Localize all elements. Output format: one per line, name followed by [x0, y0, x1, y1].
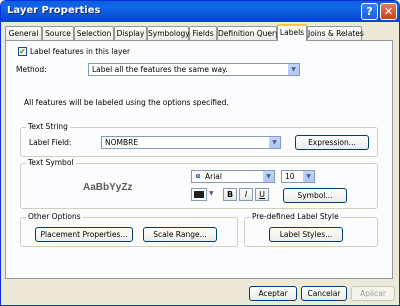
predefined-label-style-title: Pre-defined Label Style [250, 212, 341, 221]
symbol-button[interactable]: Symbol... [283, 188, 347, 203]
chevron-down-icon: ▼ [302, 171, 314, 182]
text-symbol-group: Text Symbol AaBbYyZz ⍺ Arial ▼ 10 ▼ ▼ B … [20, 158, 378, 209]
tab-labels[interactable]: Labels [277, 24, 307, 41]
method-label: Method: [16, 65, 47, 74]
labels-panel: ✔ Label features in this layer Method: L… [5, 40, 393, 279]
close-button[interactable]: ✕ [380, 3, 397, 20]
other-options-title: Other Options [26, 212, 83, 221]
font-size-dropdown[interactable]: 10 ▼ [281, 170, 315, 183]
underline-button[interactable]: U [255, 188, 269, 201]
tab-general[interactable]: General [5, 26, 42, 40]
font-size-value: 10 [285, 172, 295, 181]
tab-joins-relates[interactable]: Joins & Relates [307, 26, 364, 40]
chevron-down-icon: ▼ [287, 64, 299, 75]
font-name-dropdown[interactable]: ⍺ Arial ▼ [191, 170, 275, 183]
cancel-button[interactable]: Cancelar [301, 286, 347, 301]
tab-source[interactable]: Source [42, 26, 74, 40]
italic-button[interactable]: I [239, 188, 253, 201]
tab-display[interactable]: Display [114, 26, 147, 40]
label-field-label: Label Field: [29, 138, 72, 147]
label-features-checkbox[interactable]: ✔ [18, 47, 27, 56]
font-name-value: Arial [205, 172, 222, 181]
text-string-group: Text String Label Field: NOMBRE ▼ Expres… [20, 122, 378, 157]
check-mark-icon: ✔ [19, 47, 26, 56]
tab-fields[interactable]: Fields [189, 26, 217, 40]
layer-properties-dialog: Layer Properties ? ✕ General Source Sele… [0, 0, 400, 306]
text-symbol-title: Text Symbol [26, 158, 76, 167]
tab-selection[interactable]: Selection [74, 26, 114, 40]
dialog-title: Layer Properties [7, 5, 101, 16]
dialog-footer: Aceptar Cancelar Aplicar [1, 279, 399, 305]
text-symbol-preview: AaBbYyZz [83, 182, 133, 193]
label-features-label: Label features in this layer [30, 47, 131, 56]
method-dropdown[interactable]: Label all the features the same way. ▼ [88, 63, 300, 76]
other-options-group: Other Options Placement Properties... Sc… [20, 212, 238, 247]
apply-button[interactable]: Aplicar [351, 286, 395, 301]
tab-definition-query[interactable]: Definition Query [217, 26, 280, 40]
format-toolbar: ▼ B I U [191, 188, 291, 202]
label-field-dropdown[interactable]: NOMBRE ▼ [101, 136, 281, 149]
info-text: All features will be labeled using the o… [24, 98, 229, 107]
bold-button[interactable]: B [223, 188, 237, 201]
text-color-picker[interactable] [191, 188, 207, 201]
placement-properties-button[interactable]: Placement Properties... [35, 227, 133, 242]
ok-button[interactable]: Aceptar [249, 286, 297, 301]
chevron-down-icon: ▼ [268, 137, 280, 148]
font-icon: ⍺ [195, 172, 201, 180]
tab-symbology[interactable]: Symbology [147, 26, 190, 40]
label-styles-button[interactable]: Label Styles... [269, 227, 343, 242]
text-color-swatch [194, 191, 204, 198]
predefined-label-style-group: Pre-defined Label Style Label Styles... [244, 212, 378, 247]
chevron-down-icon[interactable]: ▼ [209, 190, 214, 197]
label-field-value: NOMBRE [105, 138, 139, 147]
text-string-title: Text String [26, 122, 70, 131]
method-value: Label all the features the same way. [92, 65, 228, 74]
scale-range-button[interactable]: Scale Range... [143, 227, 217, 242]
title-bar[interactable]: Layer Properties ? ✕ [1, 1, 399, 22]
expression-button[interactable]: Expression... [295, 135, 369, 150]
chevron-down-icon: ▼ [262, 171, 274, 182]
help-button[interactable]: ? [361, 3, 378, 20]
